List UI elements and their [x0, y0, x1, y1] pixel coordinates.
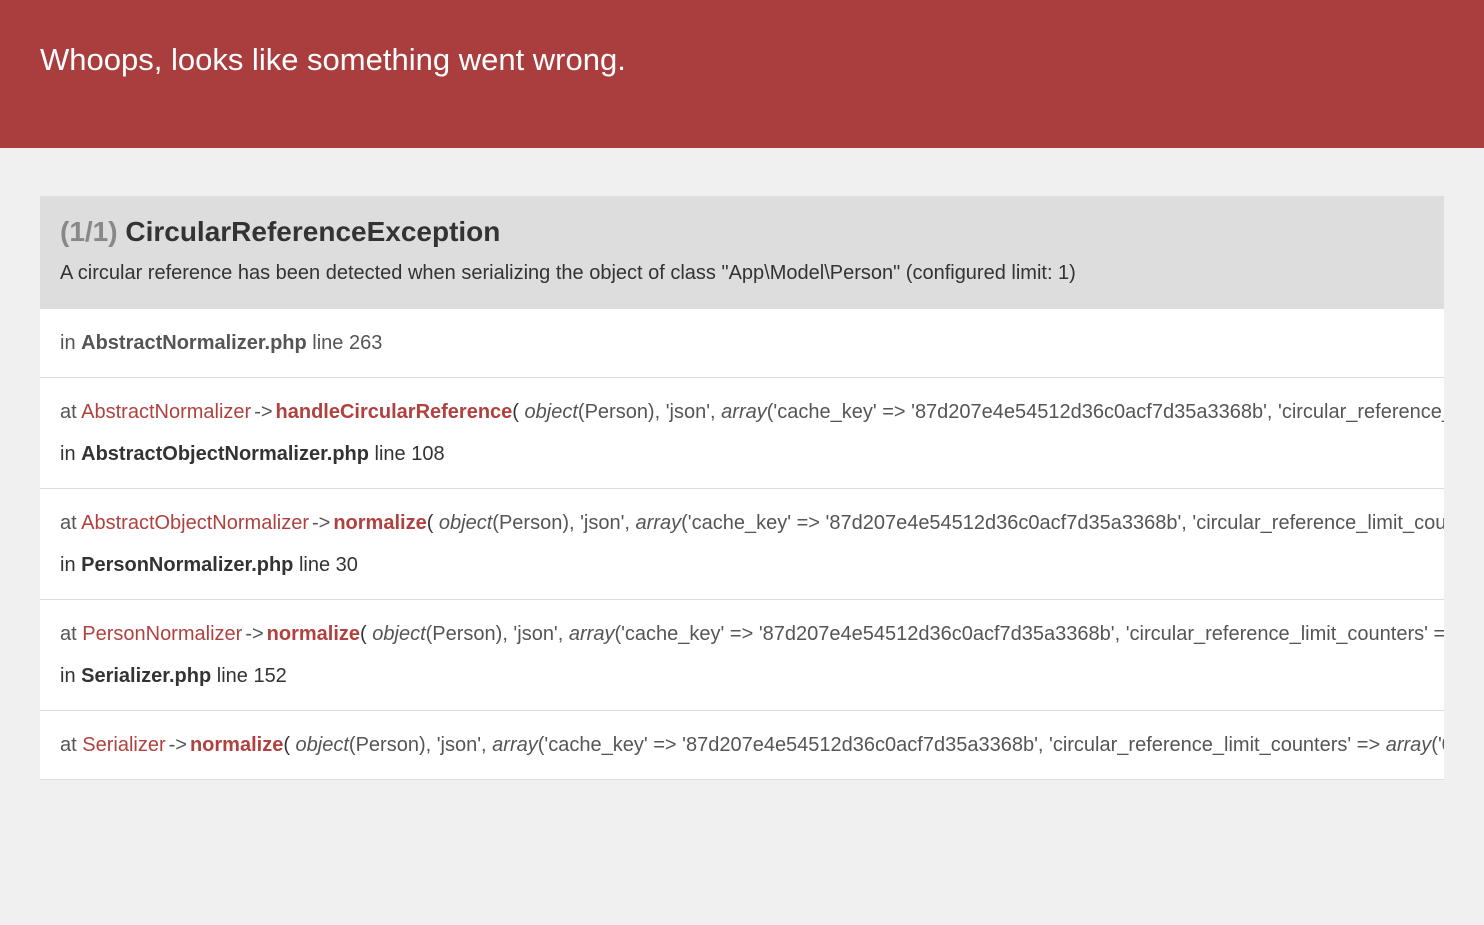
error-header: Whoops, looks like something went wrong. [0, 0, 1484, 148]
trace-item: at PersonNormalizer->normalize( object(P… [40, 600, 1444, 711]
trace-call: at Serializer->normalize( object(Person)… [60, 729, 1424, 761]
trace-item: in AbstractNormalizer.php line 263 [40, 309, 1444, 378]
exception-container: (1/1) CircularReferenceException A circu… [0, 148, 1484, 780]
trace-file-line: in AbstractObjectNormalizer.php line 108 [60, 438, 1424, 470]
trace-item: at Serializer->normalize( object(Person)… [40, 711, 1444, 780]
exception-title: (1/1) CircularReferenceException [60, 216, 1424, 248]
exception-summary: (1/1) CircularReferenceException A circu… [40, 196, 1444, 309]
exception-name: CircularReferenceException [125, 216, 500, 247]
trace-item: at AbstractObjectNormalizer->normalize( … [40, 489, 1444, 600]
header-title: Whoops, looks like something went wrong. [40, 42, 626, 77]
trace-call: at PersonNormalizer->normalize( object(P… [60, 618, 1424, 650]
trace-file-line: in AbstractNormalizer.php line 263 [60, 327, 1424, 359]
exception-message: A circular reference has been detected w… [60, 262, 1424, 285]
exception-count: (1/1) [60, 216, 118, 247]
trace-file-line: in PersonNormalizer.php line 30 [60, 549, 1424, 581]
trace-call: at AbstractObjectNormalizer->normalize( … [60, 507, 1424, 539]
trace-item: at AbstractNormalizer->handleCircularRef… [40, 378, 1444, 489]
stack-trace: in AbstractNormalizer.php line 263 at Abs… [40, 309, 1444, 780]
trace-call: at AbstractNormalizer->handleCircularRef… [60, 396, 1424, 428]
trace-file-line: in Serializer.php line 152 [60, 660, 1424, 692]
